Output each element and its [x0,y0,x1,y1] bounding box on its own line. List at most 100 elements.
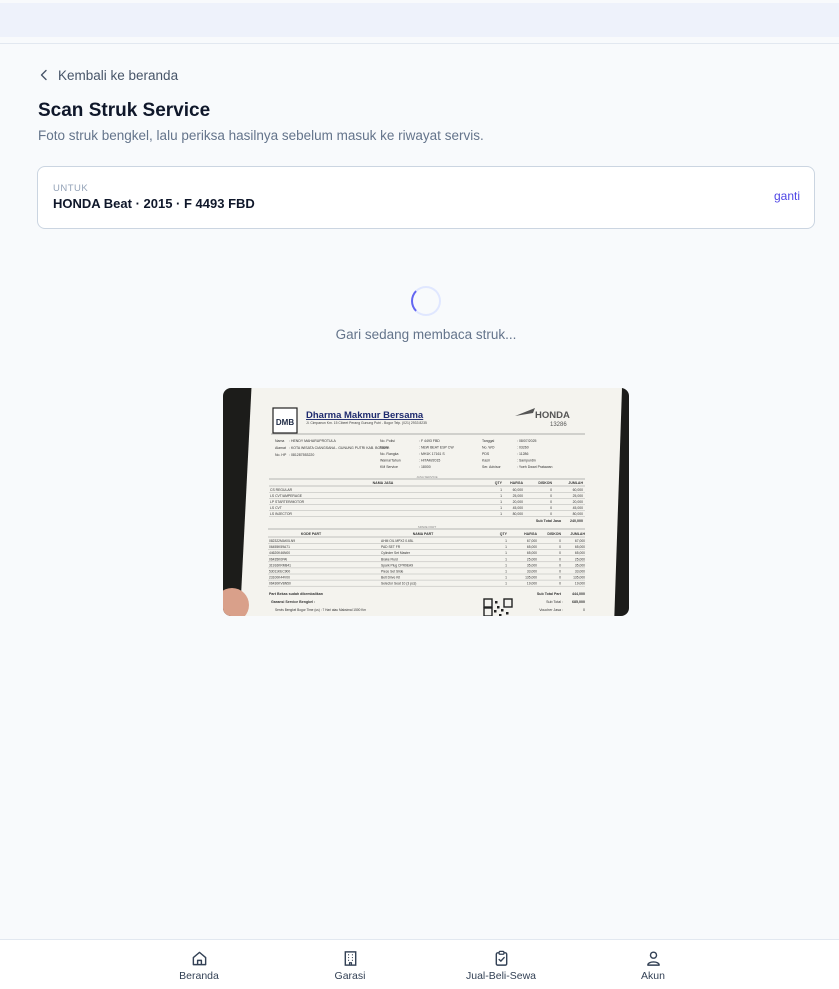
table-cell: 35,000 [575,563,585,567]
table-cell: Brake Fluid [381,557,398,561]
nav-label: Beranda [179,970,219,982]
shop-address: Jl. Cimpaeun Km. 15 Cibeet Perang Gunung… [306,421,427,425]
voucher-value: 0 [583,608,585,612]
nav-label: Garasi [334,970,366,982]
section-label: SPARE PART [418,525,437,529]
table-cell: 1 [500,488,502,492]
warranty-line: Servis Bengkel Bogor Time (us) : 7 Hari … [275,608,366,612]
nav-beranda[interactable]: Beranda [149,950,249,982]
table-cell: 20,000 [513,500,523,504]
table-header-cell: QTY [500,532,508,536]
receipt-footer: Part Bekas sudah dikembalikan Sub Total P… [269,592,585,616]
customer-field-label: No. HP [275,453,287,457]
table-cell: 45,000 [573,506,583,510]
total-label: Sub Total : [546,600,563,604]
table-cell: Cylinder Set Master [381,551,411,555]
page-title: Scan Struk Service [38,100,211,121]
table-header-cell: NAMA JASA [373,481,394,485]
table-cell: 19,000 [527,582,537,586]
table-cell: 0 [559,551,561,555]
table-cell: 35,000 [527,563,537,567]
invoice-field-value: : 08/07/2025 [517,439,537,443]
table-cell: Selector Seat 10 (3 pcs) [381,582,416,586]
brand-name: HONDA [535,410,570,421]
nav-garasi[interactable]: Garasi [300,950,400,982]
table-cell: 25,000 [573,494,583,498]
table-cell: 06430KVBN50 [269,582,291,586]
subtotal-value: 240,000 [570,519,583,523]
table-cell: 1 [500,500,502,504]
table-header-cell: KODE PART [301,532,322,536]
table-cell: LS CVT/AMPERAGE [270,494,303,498]
back-link-label: Kembali ke beranda [58,67,179,83]
chevron-left-icon [40,69,47,81]
table-cell: 44620K46N00 [269,551,290,555]
table-cell: 45,000 [513,506,523,510]
vehicle-field-value: : MH1K 17161 S [419,452,445,456]
receipt-document: DMB Dharma Makmur Bersama Jl. Cimpaeun K… [268,407,585,616]
table-cell: 19,000 [575,582,585,586]
invoice-field-value: : Yoeh Dwari Pratawan [517,465,552,469]
back-to-home-link[interactable]: Kembali ke beranda [38,66,178,84]
table-cell: 0 [550,506,552,510]
table-cell: Spark Plug CPR9EA9 [381,563,413,567]
vehicle-field-value: : 18000 [419,465,431,469]
vehicle-name: HONDA Beat · 2015 · F 4493 FBD [53,196,255,211]
vehicle-field-value: : F 4493 FBD [419,439,440,443]
nav-akun[interactable]: Akun [603,950,703,982]
customer-field-label: Alamat [275,446,286,450]
invoice-field-value: : Sampurdin [517,459,536,463]
shop-logo-text: DMB [276,418,294,427]
top-bar [0,3,839,37]
header-divider [0,43,839,44]
nav-label: Jual-Beli-Sewa [465,970,537,982]
change-vehicle-button[interactable]: ganti [774,189,800,203]
table-cell: 65,000 [575,545,585,549]
table-cell: 23100K44V00 [269,576,290,580]
table-header-cell: DISKON [538,481,552,485]
home-icon [192,951,206,966]
table-cell: 0 [559,582,561,586]
table-cell: 0 [550,494,552,498]
table-cell: 0 [559,563,561,567]
table-header-cell: JUMLAH [568,481,583,485]
table-cell: 0 [559,545,561,549]
vehicle-field-label: No. Polisi [380,439,395,443]
nav-label: Akun [641,970,665,982]
table-cell: 65,000 [527,545,537,549]
invoice-field-label: PDS [482,452,490,456]
nav-jual-beli-sewa[interactable]: Jual-Beli-Sewa [451,950,551,982]
table-cell: CS REGULAR [270,488,293,492]
customer-field-value: : HENDY MAHARUPROTULA [289,439,336,443]
vehicle-label: UNTUK [53,183,89,194]
service-table: JASA SERVICE NAMA JASA QTY HARGA DISKON JUMLA… [269,475,585,523]
page-subtitle: Foto struk bengkel, lalu periksa hasilny… [38,128,484,143]
table-cell: 60,000 [573,488,583,492]
table-cell: 60,000 [513,488,523,492]
honda-wing-logo [515,408,535,416]
customer-info: Nama: HENDY MAHARUPROTULAAlamat: KOTA WI… [275,439,552,469]
table-cell: 67,000 [575,539,585,543]
table-cell: 1 [505,539,507,543]
table-cell: LP STARTER/MOTOR [270,500,305,504]
invoice-field-value: : 11286 [517,452,528,456]
vehicle-field-label: Nama [380,446,389,450]
clipboard-check-icon [495,950,507,966]
vehicle-card: UNTUK HONDA Beat · 2015 · F 4493 FBD gan… [37,166,815,229]
shop-name: Dharma Makmur Bersama [306,410,424,421]
bottom-navigation: Beranda Garasi Jual-Beli-Sewa Akun [0,939,839,989]
total-value: 685,000 [572,600,585,604]
receipt-note: Part Bekas sudah dikembalikan [269,592,323,596]
user-icon [646,951,660,966]
table-cell: 20,000 [573,500,583,504]
table-cell: 80,000 [513,512,523,516]
section-label: JASA SERVICE [416,475,437,479]
table-cell: 1 [505,557,507,561]
table-cell: 1 [505,551,507,555]
table-cell: 0 [559,557,561,561]
invoice-field-label: Kasir [482,459,491,463]
vehicle-field-value: : HITAM/2015 [419,459,440,463]
table-cell: 53011KEC900 [269,570,290,574]
table-cell: 33,000 [527,570,537,574]
table-cell: 1 [505,582,507,586]
